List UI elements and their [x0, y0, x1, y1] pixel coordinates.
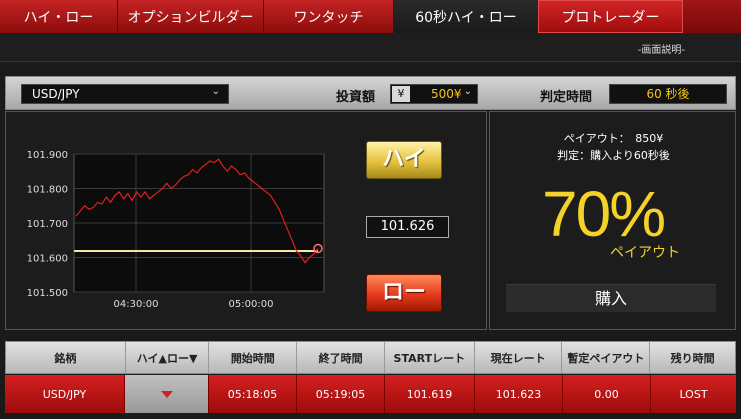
chevron-down-icon: ⌄: [463, 86, 472, 97]
low-arrow-icon: [160, 390, 173, 398]
row-remaining-time: LOST: [651, 375, 736, 413]
y-tick-label: 101.700: [27, 219, 68, 230]
amount-label: 投資額: [336, 90, 376, 105]
amount-value: 500¥: [431, 87, 462, 101]
y-tick-label: 101.500: [27, 288, 68, 299]
currency-pair-select[interactable]: USD/JPY ⌄: [21, 84, 229, 104]
tab-pro-trader[interactable]: プロトレーダー: [538, 0, 683, 33]
sub-bar: [0, 33, 741, 62]
row-start-rate: 101.619: [385, 375, 475, 413]
judge-time-label: 判定時間: [540, 90, 593, 105]
col-symbol: 銘柄: [6, 342, 126, 373]
row-symbol: USD/JPY: [5, 375, 125, 413]
x-tick-label: 04:30:00: [114, 299, 159, 310]
row-current-rate: 101.623: [475, 375, 563, 413]
row-end-time: 05:19:05: [297, 375, 385, 413]
control-bar: USD/JPY ⌄ 投資額 ¥ 500¥ ⌄ 判定時間 60 秒後: [5, 76, 736, 110]
x-tick-label: 05:00:00: [229, 299, 274, 310]
price-chart: 101.900 101.800 101.700 101.600 101.500 04:30…: [27, 150, 325, 310]
row-start-time: 05:18:05: [209, 375, 297, 413]
y-tick-label: 101.600: [27, 254, 68, 265]
yen-icon: ¥: [392, 86, 410, 102]
payout-amount: ペイアウト： 850¥: [563, 132, 664, 145]
col-provisional-payout: 暫定ペイアウト: [562, 342, 651, 373]
payout-percent-label: ペイアウト: [610, 245, 680, 261]
low-button[interactable]: ロー: [366, 274, 442, 312]
currency-pair-value: USD/JPY: [32, 87, 80, 101]
buy-button[interactable]: 購入: [506, 284, 716, 312]
y-tick-label: 101.800: [27, 185, 68, 196]
row-provisional-payout: 0.00: [563, 375, 651, 413]
payout-judge-note: 判定：購入より60秒後: [557, 149, 670, 162]
chevron-down-icon: ⌄: [211, 86, 220, 97]
current-rate-display: 101.626: [366, 216, 449, 238]
col-current-rate: 現在レート: [475, 342, 563, 373]
payout-percent: 70%: [542, 178, 666, 250]
high-button[interactable]: ハイ: [366, 141, 442, 179]
judge-time-value: 60 秒後: [609, 84, 727, 104]
tab-highlow[interactable]: ハイ・ロー: [0, 0, 118, 33]
screen-explanation-link[interactable]: -画面説明-: [638, 41, 685, 56]
col-start-rate: STARTレート: [385, 342, 475, 373]
row-direction: [125, 375, 209, 413]
col-end-time: 終了時間: [297, 342, 385, 373]
y-tick-label: 101.900: [27, 150, 68, 161]
tab-one-touch[interactable]: ワンタッチ: [264, 0, 394, 33]
tab-option-builder[interactable]: オプションビルダー: [118, 0, 264, 33]
table-row: USD/JPY 05:18:05 05:19:05 101.619 101.62…: [5, 375, 736, 413]
tab-60sec-highlow[interactable]: 60秒ハイ・ロー: [394, 0, 538, 33]
position-table-header: 銘柄 ハイ▲ロー▼ 開始時間 終了時間 STARTレート 現在レート 暫定ペイア…: [5, 341, 736, 374]
product-tabbar: ハイ・ロー オプションビルダー ワンタッチ 60秒ハイ・ロー プロトレーダー: [0, 0, 741, 33]
col-remaining-time: 残り時間: [670, 351, 715, 365]
amount-select[interactable]: ¥ 500¥ ⌄: [390, 84, 478, 104]
col-start-time: 開始時間: [209, 342, 298, 373]
payout-panel: ペイアウト： 850¥ 判定：購入より60秒後 70% ペイアウト 購入: [489, 111, 736, 330]
col-direction: ハイ▲ロー▼: [126, 342, 210, 373]
